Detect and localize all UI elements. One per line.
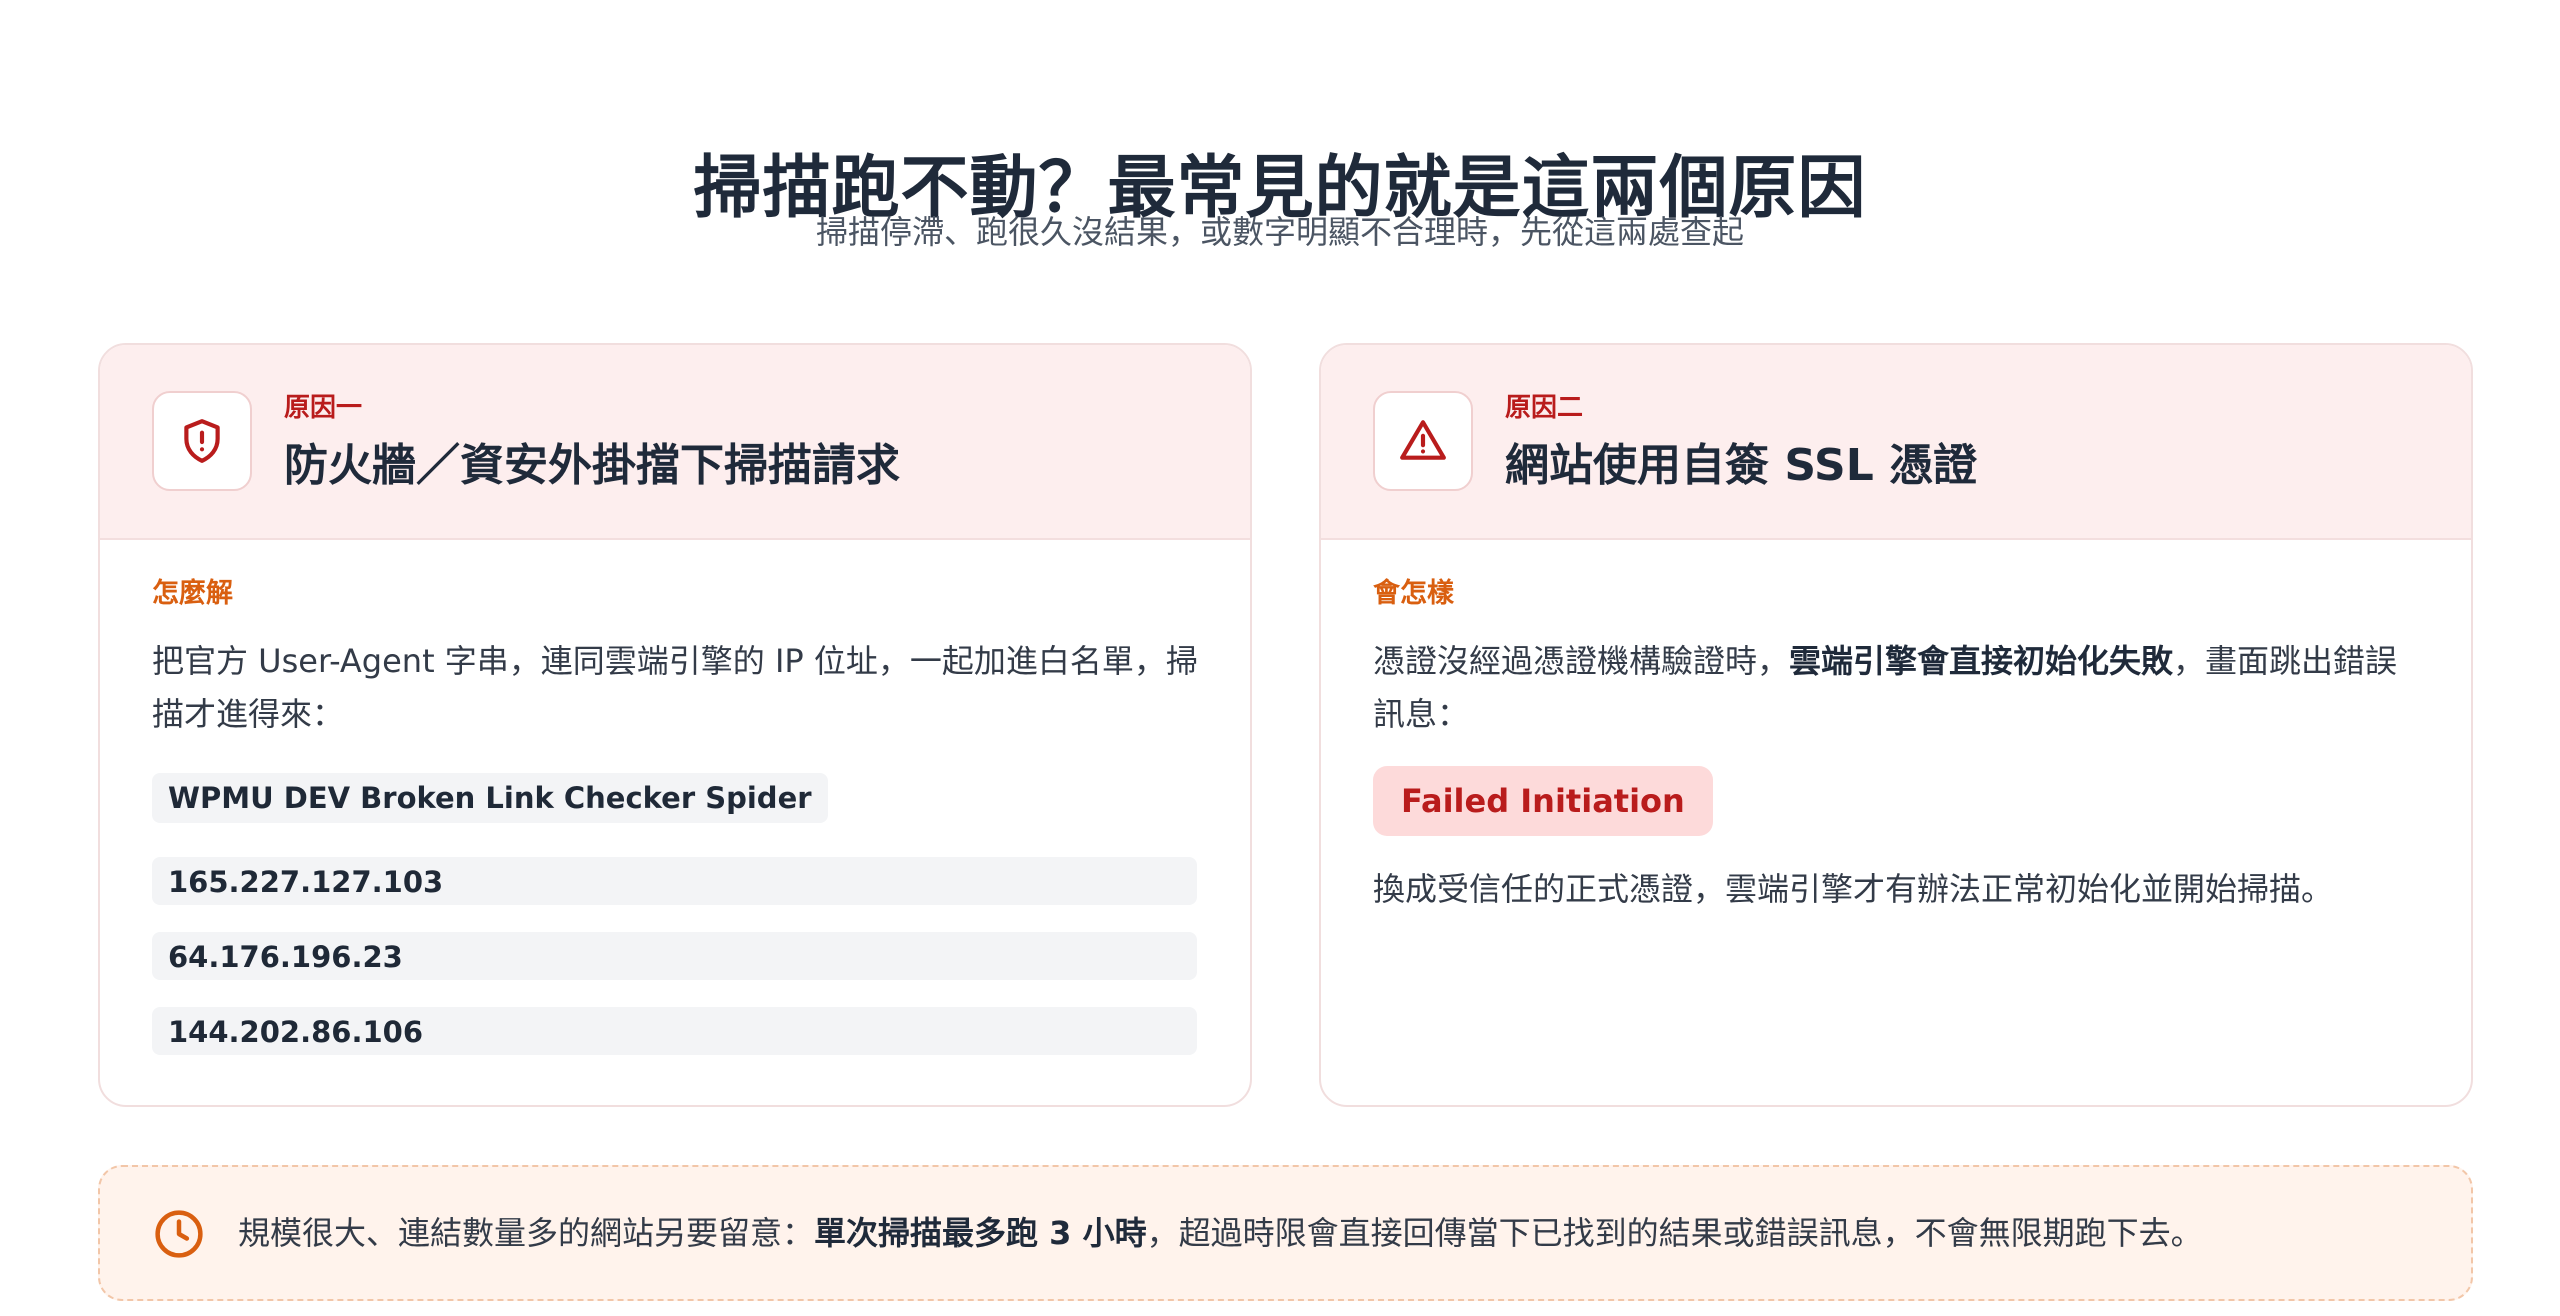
body-text: 把官方 User-Agent 字串，連同雲端引擎的 IP 位址，一起加進白名單，… [152,642,1198,733]
notice-text-emphasis: 單次掃描最多跑 3 小時 [814,1214,1147,1252]
ip-address: 144.202.86.106 [152,1007,1197,1055]
section-label: 怎麼解 [152,578,233,609]
card-header: 原因二 網站使用自簽 SSL 憑證 [1321,345,2471,540]
notice-text: 規模很大、連結數量多的網站另要留意：單次掃描最多跑 3 小時，超過時限會直接回傳… [238,1167,2203,1299]
body-text: 憑證沒經過憑證機構驗證時，雲端引擎會直接初始化失敗，畫面跳出錯誤訊息： [1373,635,2423,741]
user-agent-string: WPMU DEV Broken Link Checker Spider [152,773,828,823]
body-text-emphasis: 雲端引擎會直接初始化失敗 [1789,642,2174,680]
reason-tag: 原因二 [1505,393,1584,423]
warning-triangle-icon [1400,420,1446,460]
section-label: 會怎樣 [1373,578,1454,609]
icon-box [1373,391,1473,491]
shield-alert-icon [184,419,220,463]
resolution-text: 換成受信任的正式憑證，雲端引擎才有辦法正常初始化並開始掃描。 [1373,870,2334,908]
notice-text-start: 規模很大、連結數量多的網站另要留意： [238,1214,815,1252]
notice-text-end: ，超過時限會直接回傳當下已找到的結果或錯誤訊息，不會無限期跑下去。 [1146,1214,2203,1252]
card-header: 原因一 防火牆／資安外掛擋下掃描請求 [100,345,1250,540]
icon-box [152,391,252,491]
notice-banner: 規模很大、連結數量多的網站另要留意：單次掃描最多跑 3 小時，超過時限會直接回傳… [98,1165,2473,1301]
ip-address: 64.176.196.23 [152,932,1197,980]
ip-address: 165.227.127.103 [152,857,1197,905]
reason-card-firewall: 原因一 防火牆／資安外掛擋下掃描請求 怎麼解 把官方 User-Agent 字串… [98,343,1252,1107]
clock-icon [155,1210,203,1258]
reason-tag: 原因一 [284,393,363,423]
reason-title: 防火牆／資安外掛擋下掃描請求 [284,440,900,491]
reason-title: 網站使用自簽 SSL 憑證 [1505,440,1978,491]
error-badge: Failed Initiation [1373,766,1713,836]
reason-card-ssl: 原因二 網站使用自簽 SSL 憑證 會怎樣 憑證沒經過憑證機構驗證時，雲端引擎會… [1319,343,2473,1107]
body-text-start: 憑證沒經過憑證機構驗證時， [1373,642,1790,680]
page-subtitle: 掃描停滯、跑很久沒結果，或數字明顯不合理時，先從這兩處查起 [815,213,1744,251]
